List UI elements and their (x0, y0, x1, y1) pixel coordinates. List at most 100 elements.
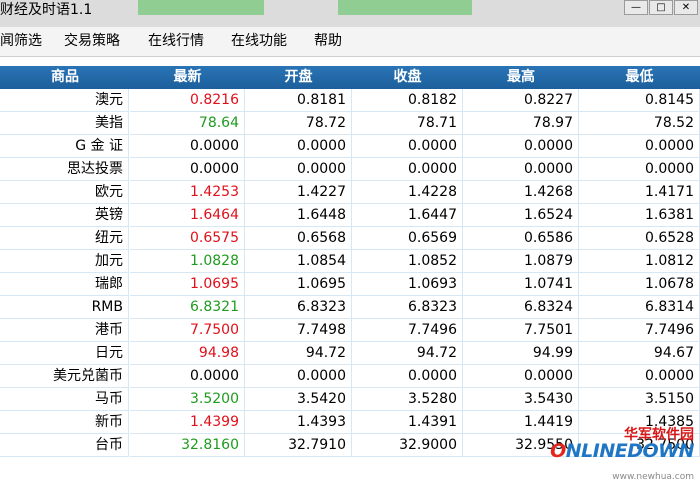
cell-latest: 0.8216 (130, 89, 245, 112)
cell-latest: 7.7500 (130, 319, 245, 342)
maximize-button[interactable]: □ (649, 0, 673, 15)
table-row[interactable]: 澳元 0.8216 0.8181 0.8182 0.8227 0.8145 (0, 89, 700, 112)
cell-close: 7.7496 (352, 319, 463, 342)
column-header-low[interactable]: 最低 (579, 66, 700, 89)
cell-latest: 0.6575 (130, 227, 245, 250)
cell-low: 0.0000 (579, 365, 700, 388)
cell-commodity: 港币 (0, 319, 129, 342)
table-row[interactable]: 日元 94.98 94.72 94.72 94.99 94.67 (0, 342, 700, 365)
table-row[interactable]: 思达投票 0.0000 0.0000 0.0000 0.0000 0.0000 (0, 158, 700, 181)
cell-commodity: 美指 (0, 112, 129, 135)
table-row[interactable]: G 金 证 0.0000 0.0000 0.0000 0.0000 0.0000 (0, 135, 700, 158)
cell-high: 1.0741 (463, 273, 579, 296)
cell-commodity: 思达投票 (0, 158, 129, 181)
cell-commodity: 纽元 (0, 227, 129, 250)
cell-low: 0.8145 (579, 89, 700, 112)
cell-high: 6.8324 (463, 296, 579, 319)
cell-latest: 0.0000 (130, 365, 245, 388)
close-icon: ✕ (681, 1, 691, 13)
column-header-high[interactable]: 最高 (463, 66, 579, 89)
menu-trading-strategy[interactable]: 交易策略 (64, 27, 120, 56)
cell-low: 1.4171 (579, 181, 700, 204)
cell-open: 3.5420 (245, 388, 352, 411)
table-row[interactable]: 加元 1.0828 1.0854 1.0852 1.0879 1.0812 (0, 250, 700, 273)
table-row[interactable]: 瑞郎 1.0695 1.0695 1.0693 1.0741 1.0678 (0, 273, 700, 296)
cell-latest: 1.6464 (130, 204, 245, 227)
table-row[interactable]: 新币 1.4399 1.4393 1.4391 1.4419 1.4385 (0, 411, 700, 434)
column-header-close[interactable]: 收盘 (352, 66, 463, 89)
cell-high: 7.7501 (463, 319, 579, 342)
cell-high: 0.0000 (463, 158, 579, 181)
cell-high: 1.4419 (463, 411, 579, 434)
cell-low: 3.5150 (579, 388, 700, 411)
cell-latest: 78.64 (130, 112, 245, 135)
cell-close: 0.6569 (352, 227, 463, 250)
cell-low: 1.4385 (579, 411, 700, 434)
cell-low: 94.67 (579, 342, 700, 365)
close-button[interactable]: ✕ (674, 0, 698, 15)
title-decoration-left (138, 0, 264, 15)
column-header-commodity[interactable]: 商品 (0, 66, 130, 89)
cell-high: 0.0000 (463, 365, 579, 388)
cell-high: 94.99 (463, 342, 579, 365)
table-row[interactable]: 港币 7.7500 7.7498 7.7496 7.7501 7.7496 (0, 319, 700, 342)
cell-high: 1.0879 (463, 250, 579, 273)
cell-open: 32.7910 (245, 434, 352, 457)
cell-high: 1.6524 (463, 204, 579, 227)
cell-commodity: 瑞郎 (0, 273, 129, 296)
menu-online-quotes[interactable]: 在线行情 (148, 27, 204, 56)
table-row[interactable]: 欧元 1.4253 1.4227 1.4228 1.4268 1.4171 (0, 181, 700, 204)
cell-close: 3.5280 (352, 388, 463, 411)
cell-open: 94.72 (245, 342, 352, 365)
cell-low: 32.7500 (579, 434, 700, 457)
cell-latest: 94.98 (130, 342, 245, 365)
cell-close: 78.71 (352, 112, 463, 135)
cell-latest: 0.0000 (130, 135, 245, 158)
cell-close: 32.9000 (352, 434, 463, 457)
cell-latest: 3.5200 (130, 388, 245, 411)
cell-open: 1.6448 (245, 204, 352, 227)
cell-latest: 1.0828 (130, 250, 245, 273)
cell-low: 0.0000 (579, 135, 700, 158)
cell-commodity: 欧元 (0, 181, 129, 204)
column-header-latest[interactable]: 最新 (130, 66, 245, 89)
cell-high: 1.4268 (463, 181, 579, 204)
menu-online-functions[interactable]: 在线功能 (231, 27, 287, 56)
cell-open: 0.8181 (245, 89, 352, 112)
cell-commodity: 加元 (0, 250, 129, 273)
table-row[interactable]: RMB 6.8321 6.8323 6.8323 6.8324 6.8314 (0, 296, 700, 319)
column-header-open[interactable]: 开盘 (245, 66, 352, 89)
title-bar: 财经及时语1.1 — □ ✕ (0, 0, 700, 27)
cell-high: 0.6586 (463, 227, 579, 250)
cell-high: 0.8227 (463, 89, 579, 112)
cell-close: 1.6447 (352, 204, 463, 227)
cell-low: 1.0812 (579, 250, 700, 273)
cell-commodity: 新币 (0, 411, 129, 434)
cell-latest: 1.4253 (130, 181, 245, 204)
cell-close: 0.0000 (352, 135, 463, 158)
cell-open: 0.0000 (245, 365, 352, 388)
cell-close: 0.8182 (352, 89, 463, 112)
cell-commodity: 马币 (0, 388, 129, 411)
cell-close: 94.72 (352, 342, 463, 365)
table-row[interactable]: 英镑 1.6464 1.6448 1.6447 1.6524 1.6381 (0, 204, 700, 227)
cell-low: 0.0000 (579, 158, 700, 181)
cell-close: 6.8323 (352, 296, 463, 319)
cell-close: 1.0693 (352, 273, 463, 296)
cell-latest: 1.0695 (130, 273, 245, 296)
table-row[interactable]: 美元兑菌币 0.0000 0.0000 0.0000 0.0000 0.0000 (0, 365, 700, 388)
table-row[interactable]: 纽元 0.6575 0.6568 0.6569 0.6586 0.6528 (0, 227, 700, 250)
menu-help[interactable]: 帮助 (314, 27, 342, 56)
cell-commodity: 英镑 (0, 204, 129, 227)
menu-bar: 闻筛选 交易策略 在线行情 在线功能 帮助 (0, 27, 700, 57)
menu-news-filter[interactable]: 闻筛选 (0, 27, 42, 56)
table-row[interactable]: 美指 78.64 78.72 78.71 78.97 78.52 (0, 112, 700, 135)
table-row[interactable]: 台币 32.8160 32.7910 32.9000 32.9550 32.7500 (0, 434, 700, 457)
minimize-button[interactable]: — (624, 0, 648, 15)
cell-high: 32.9550 (463, 434, 579, 457)
cell-low: 7.7496 (579, 319, 700, 342)
cell-open: 78.72 (245, 112, 352, 135)
window-title: 财经及时语1.1 (0, 2, 93, 18)
table-row[interactable]: 马币 3.5200 3.5420 3.5280 3.5430 3.5150 (0, 388, 700, 411)
cell-low: 1.0678 (579, 273, 700, 296)
